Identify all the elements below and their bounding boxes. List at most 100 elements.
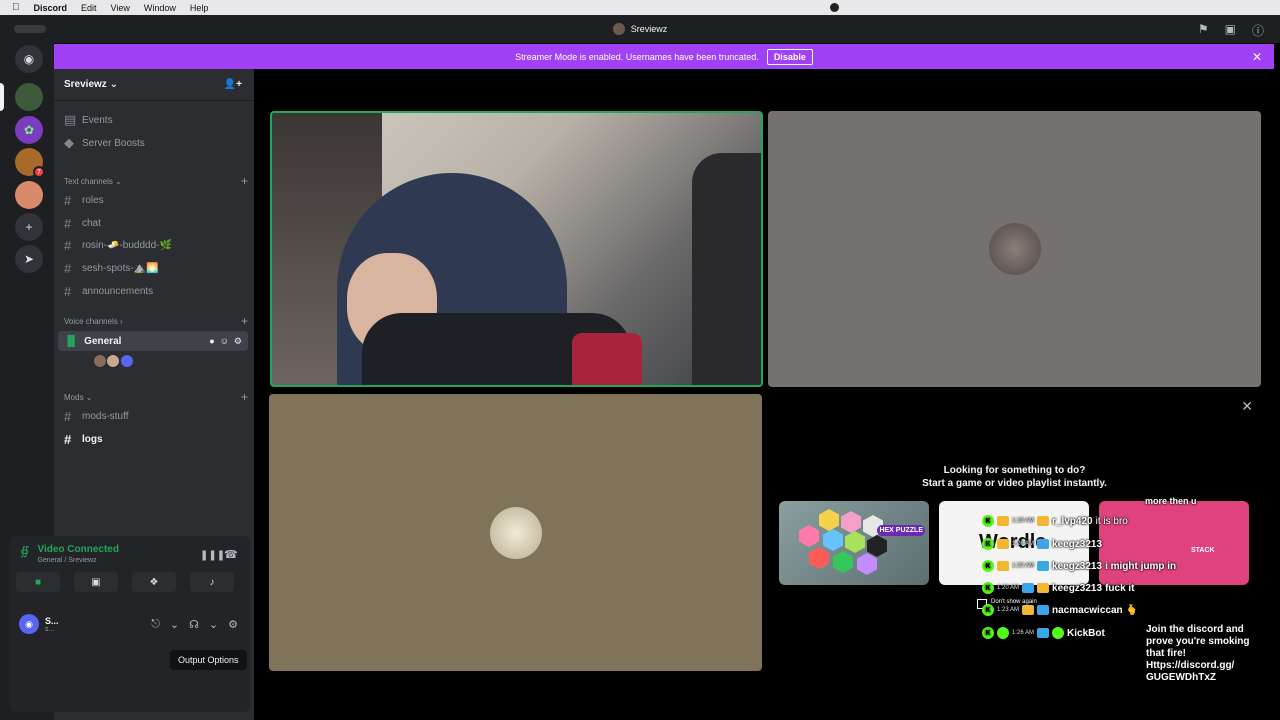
crown-badge-icon: [1037, 516, 1050, 526]
sub-badge-icon: [997, 539, 1009, 549]
server-dog-icon[interactable]: 7: [15, 148, 45, 178]
channel-announcements[interactable]: # announcements: [58, 281, 246, 301]
soundboard-icon: ♪: [209, 576, 215, 588]
calendar-icon: ▤: [64, 112, 77, 127]
server-sreviewz-icon[interactable]: [15, 83, 43, 111]
chevron-down-icon[interactable]: ⌄: [209, 618, 218, 631]
popout-icon[interactable]: ▣: [1225, 22, 1236, 39]
video-tile-participant[interactable]: [269, 394, 762, 671]
bot-badge-icon: [997, 627, 1009, 639]
create-channel-icon[interactable]: +: [241, 315, 248, 327]
mention-badge: 7: [33, 166, 45, 178]
apple-icon[interactable]: : [12, 2, 20, 13]
discord-home-icon[interactable]: ◉: [15, 45, 43, 73]
voice-channel-general[interactable]: ▐▌ General ● ☺ ⚙: [58, 331, 248, 351]
gear-icon[interactable]: ⚙: [234, 336, 242, 347]
microphone-icon[interactable]: ⎋: [151, 618, 160, 631]
create-channel-icon[interactable]: +: [241, 175, 248, 187]
menu-view[interactable]: View: [111, 3, 130, 13]
chat-fragment: more then u: [1145, 496, 1197, 506]
avatar[interactable]: ◉: [19, 614, 39, 634]
screenshare-button[interactable]: ▣: [74, 572, 118, 592]
events-item[interactable]: ▤ Events: [58, 110, 246, 130]
gear-icon[interactable]: ⚙: [228, 618, 238, 631]
server-leaf-icon[interactable]: ✿: [15, 116, 43, 144]
invite-icon[interactable]: 👤+: [224, 79, 242, 90]
menu-edit[interactable]: Edit: [81, 3, 97, 13]
chat-line: K 1:20 AM keegz3213 i might jump in: [982, 560, 1176, 572]
avatar[interactable]: [120, 354, 134, 368]
title-bar: Sreviewz ⚑ ▣ ⓘ: [0, 15, 1280, 43]
verified-badge-icon: [1037, 539, 1050, 549]
hash-icon: #: [64, 408, 72, 424]
close-icon[interactable]: ✕: [1252, 50, 1262, 64]
channel-sesh-spots[interactable]: # sesh-spots-⛰️🌅: [58, 258, 246, 278]
invite-icon[interactable]: ☺: [220, 336, 229, 347]
kick-badge-icon: K: [982, 515, 994, 527]
boost-icon: ◆: [64, 135, 74, 150]
activity-card-hex-puzzle[interactable]: HEX PUZZLE: [779, 501, 929, 585]
user-status: s...: [45, 625, 55, 633]
sub-badge-icon: [997, 561, 1009, 571]
avatar[interactable]: [106, 354, 120, 368]
server-boosts-item[interactable]: ◆ Server Boosts: [58, 133, 246, 153]
close-icon[interactable]: ✕: [1241, 398, 1253, 415]
hash-icon: #: [64, 283, 72, 299]
kick-badge-icon: [1052, 627, 1065, 639]
hash-icon: #: [64, 237, 72, 253]
channel-roles[interactable]: # roles: [58, 190, 246, 210]
background-chair: [692, 153, 761, 385]
sub-badge-icon: [997, 516, 1009, 526]
avatar[interactable]: [93, 354, 107, 368]
kickbot-message: Join the discord and prove you're smokin…: [1146, 624, 1250, 683]
activities-icon: ❖: [149, 576, 159, 588]
user-name[interactable]: S...: [45, 616, 59, 626]
video-tile-participant[interactable]: [768, 111, 1261, 387]
server-avatar-icon[interactable]: [15, 181, 43, 209]
window-controls[interactable]: [14, 25, 46, 33]
create-channel-icon[interactable]: +: [241, 391, 248, 403]
avatar: [489, 506, 542, 559]
discover-icon[interactable]: ➤: [15, 245, 43, 273]
menu-window[interactable]: Window: [144, 3, 176, 13]
chat-bubble-icon[interactable]: ●: [209, 336, 214, 347]
camera-indicator-icon: [830, 3, 839, 12]
verified-badge-icon: [1037, 561, 1050, 571]
help-icon[interactable]: ⓘ: [1252, 22, 1264, 39]
camera-button[interactable]: ■: [16, 572, 60, 592]
chat-line: K 1:20 AM keegz3213 fuck it: [982, 582, 1135, 594]
noise-suppression-icon[interactable]: ❚❚❚: [200, 550, 225, 561]
user-row: ◉ S... s... ⎋ ⌄ ☊ ⌄ ⚙: [10, 600, 250, 648]
video-tile-camera[interactable]: [270, 111, 763, 387]
camera-icon: ■: [34, 576, 42, 588]
voice-location[interactable]: General / Sreviewz: [37, 557, 119, 564]
add-server-icon[interactable]: +: [15, 213, 43, 241]
voice-status: ∯ Video Connected General / Sreviewz: [20, 544, 119, 564]
voice-status-text[interactable]: Video Connected: [37, 544, 119, 555]
category-text-channels[interactable]: Text channels ⌄ +: [64, 175, 248, 187]
server-header[interactable]: Sreviewz ⌄ 👤+: [54, 69, 254, 101]
selected-server-pill: [0, 83, 4, 111]
verified-badge-icon: [1037, 628, 1050, 638]
soundboard-button[interactable]: ♪: [190, 572, 234, 592]
menu-app-name[interactable]: Discord: [34, 3, 68, 13]
menu-help[interactable]: Help: [190, 3, 209, 13]
channel-logs[interactable]: # logs: [58, 429, 246, 449]
disable-streamer-button[interactable]: Disable: [766, 48, 813, 65]
category-voice-channels[interactable]: Voice channels › +: [64, 315, 248, 327]
channel-chat[interactable]: # chat: [58, 213, 246, 233]
activities-button[interactable]: ❖: [132, 572, 176, 592]
disconnect-icon[interactable]: ☎: [224, 548, 238, 561]
channel-rosin[interactable]: # rosin-🧈-budddd-🌿: [58, 235, 246, 255]
chevron-down-icon[interactable]: ⌄: [170, 618, 179, 631]
inbox-icon[interactable]: ⚑: [1198, 22, 1209, 39]
channel-mods-stuff[interactable]: # mods-stuff: [58, 406, 246, 426]
server-name: Sreviewz: [64, 79, 107, 90]
kick-badge-icon: K: [982, 538, 994, 550]
kick-badge-icon: K: [982, 627, 994, 639]
signal-icon[interactable]: ∯: [20, 544, 29, 558]
category-mods[interactable]: Mods ⌄ +: [64, 391, 248, 403]
verified-badge-icon: [1022, 583, 1035, 593]
mac-menubar:  Discord Edit View Window Help: [0, 0, 1280, 15]
headphones-icon[interactable]: ☊: [189, 618, 199, 631]
